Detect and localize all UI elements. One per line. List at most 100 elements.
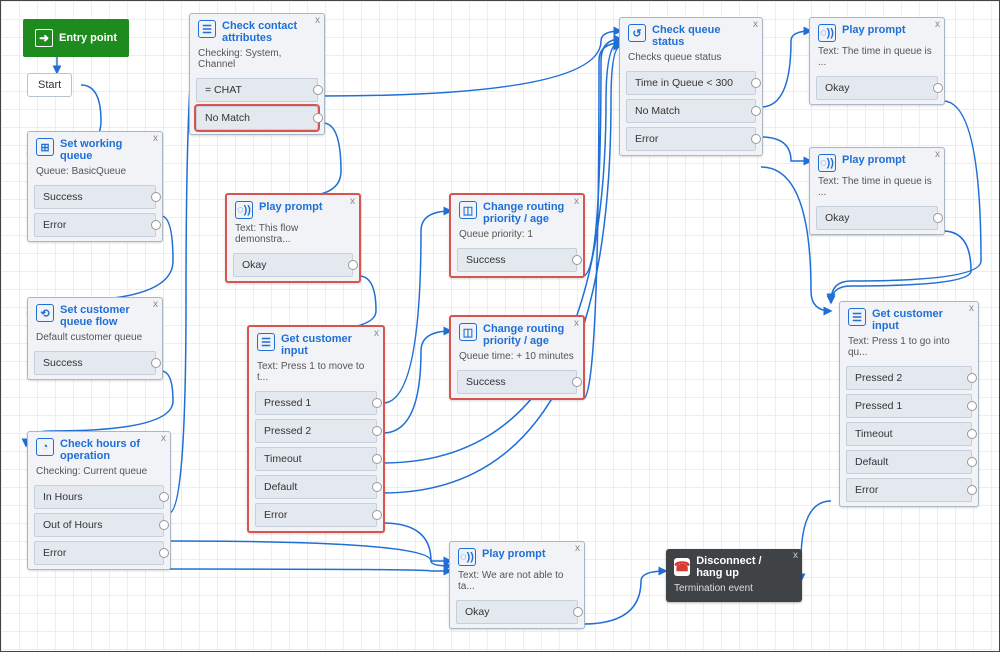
branch-okay[interactable]: Okay [816, 76, 938, 100]
person-icon: ☰ [257, 333, 275, 351]
output-port[interactable] [967, 485, 977, 495]
output-port[interactable] [372, 426, 382, 436]
branch-error[interactable]: Error [34, 541, 164, 565]
output-port[interactable] [159, 492, 169, 502]
branch-out-of-hours[interactable]: Out of Hours [34, 513, 164, 537]
branch-error[interactable]: Error [34, 213, 156, 237]
branch-timeout[interactable]: Timeout [255, 447, 377, 471]
close-icon[interactable]: x [574, 318, 579, 329]
output-port[interactable] [751, 106, 761, 116]
node-subtext: Text: This flow demonstra... [227, 223, 359, 251]
output-port[interactable] [151, 192, 161, 202]
branch-pressed-2[interactable]: Pressed 2 [255, 419, 377, 443]
start-pill[interactable]: Start [27, 73, 72, 97]
branch-pressed-1[interactable]: Pressed 1 [255, 391, 377, 415]
branch-success[interactable]: Success [457, 248, 577, 272]
close-icon[interactable]: x [793, 550, 798, 561]
entry-label: Entry point [59, 32, 117, 44]
node-subtext: Text: The time in queue is ... [810, 46, 944, 74]
branch-okay[interactable]: Okay [456, 600, 578, 624]
node-title: Get customer input [872, 308, 962, 332]
output-port[interactable] [751, 78, 761, 88]
output-port[interactable] [933, 83, 943, 93]
close-icon[interactable]: x [374, 328, 379, 339]
branch-success[interactable]: Success [34, 185, 156, 209]
node-subtext: Queue: BasicQueue [28, 166, 162, 183]
branch-no-match[interactable]: No Match [626, 99, 756, 123]
branch-error[interactable]: Error [846, 478, 972, 502]
output-port[interactable] [372, 398, 382, 408]
entry-point-node[interactable]: ➜ Entry point [23, 19, 129, 57]
output-port[interactable] [572, 255, 582, 265]
node-subtext: Default customer queue [28, 332, 162, 349]
close-icon[interactable]: x [153, 299, 158, 310]
branch-error[interactable]: Error [626, 127, 756, 151]
output-port[interactable] [933, 213, 943, 223]
node-subtext: Checking: Current queue [28, 466, 170, 483]
branch-in-hours[interactable]: In Hours [34, 485, 164, 509]
close-icon[interactable]: x [753, 19, 758, 30]
node-title: Set customer queue flow [60, 304, 146, 328]
output-port[interactable] [159, 520, 169, 530]
node-disconnect[interactable]: x ☎ Disconnect / hang up Termination eve… [666, 549, 802, 602]
branch-pressed-2[interactable]: Pressed 2 [846, 366, 972, 390]
close-icon[interactable]: x [153, 133, 158, 144]
branch-okay[interactable]: Okay [816, 206, 938, 230]
output-port[interactable] [751, 134, 761, 144]
node-check-hours[interactable]: x ◔ Check hours of operation Checking: C… [27, 431, 171, 570]
node-change-routing-time[interactable]: x ◫ Change routing priority / age Queue … [449, 315, 585, 400]
branch-chat[interactable]: = CHAT [196, 78, 318, 102]
output-port[interactable] [313, 85, 323, 95]
output-port[interactable] [313, 113, 323, 123]
branch-success[interactable]: Success [457, 370, 577, 394]
close-icon[interactable]: x [574, 196, 579, 207]
branch-error[interactable]: Error [255, 503, 377, 527]
node-play-prompt-time-2[interactable]: x ◌)) Play prompt Text: The time in queu… [809, 147, 945, 235]
output-port[interactable] [967, 429, 977, 439]
output-port[interactable] [151, 220, 161, 230]
output-port[interactable] [372, 482, 382, 492]
output-port[interactable] [372, 510, 382, 520]
output-port[interactable] [151, 358, 161, 368]
close-icon[interactable]: x [969, 303, 974, 314]
node-subtext: Text: The time in queue is ... [810, 176, 944, 204]
output-port[interactable] [967, 373, 977, 383]
close-icon[interactable]: x [935, 149, 940, 160]
output-port[interactable] [573, 607, 583, 617]
close-icon[interactable]: x [315, 15, 320, 26]
close-icon[interactable]: x [935, 19, 940, 30]
branch-success[interactable]: Success [34, 351, 156, 375]
node-get-customer-input-2[interactable]: x ☰ Get customer input Text: Press 1 to … [839, 301, 979, 507]
node-get-customer-input-1[interactable]: x ☰ Get customer input Text: Press 1 to … [247, 325, 385, 533]
node-title: Check queue status [652, 24, 746, 48]
branch-default[interactable]: Default [846, 450, 972, 474]
output-port[interactable] [967, 401, 977, 411]
node-check-queue-status[interactable]: x ↺ Check queue status Checks queue stat… [619, 17, 763, 156]
node-play-prompt-flow[interactable]: x ◌)) Play prompt Text: This flow demons… [225, 193, 361, 283]
branch-time-in-queue[interactable]: Time in Queue < 300 [626, 71, 756, 95]
output-port[interactable] [572, 377, 582, 387]
branch-default[interactable]: Default [255, 475, 377, 499]
node-set-customer-queue-flow[interactable]: x ⟲ Set customer queue flow Default cust… [27, 297, 163, 380]
clock-icon: ◔ [36, 438, 54, 456]
close-icon[interactable]: x [350, 196, 355, 207]
output-port[interactable] [159, 548, 169, 558]
node-title: Play prompt [482, 548, 546, 560]
output-port[interactable] [967, 457, 977, 467]
node-set-working-queue[interactable]: x ⊞ Set working queue Queue: BasicQueue … [27, 131, 163, 242]
node-play-prompt-unable[interactable]: x ◌)) Play prompt Text: We are not able … [449, 541, 585, 629]
node-title: Disconnect / hang up [696, 555, 786, 579]
node-change-routing-priority[interactable]: x ◫ Change routing priority / age Queue … [449, 193, 585, 278]
node-title: Play prompt [259, 201, 323, 213]
branch-timeout[interactable]: Timeout [846, 422, 972, 446]
output-port[interactable] [348, 260, 358, 270]
node-play-prompt-time-1[interactable]: x ◌)) Play prompt Text: The time in queu… [809, 17, 945, 105]
close-icon[interactable]: x [161, 433, 166, 444]
branch-okay[interactable]: Okay [233, 253, 353, 277]
branch-pressed-1[interactable]: Pressed 1 [846, 394, 972, 418]
output-port[interactable] [372, 454, 382, 464]
node-check-contact-attributes[interactable]: x ☰ Check contact attributes Checking: S… [189, 13, 325, 135]
close-icon[interactable]: x [575, 543, 580, 554]
flow-canvas[interactable]: ➜ Entry point Start x ⊞ Set working queu… [0, 0, 1000, 652]
branch-no-match[interactable]: No Match [196, 106, 318, 130]
